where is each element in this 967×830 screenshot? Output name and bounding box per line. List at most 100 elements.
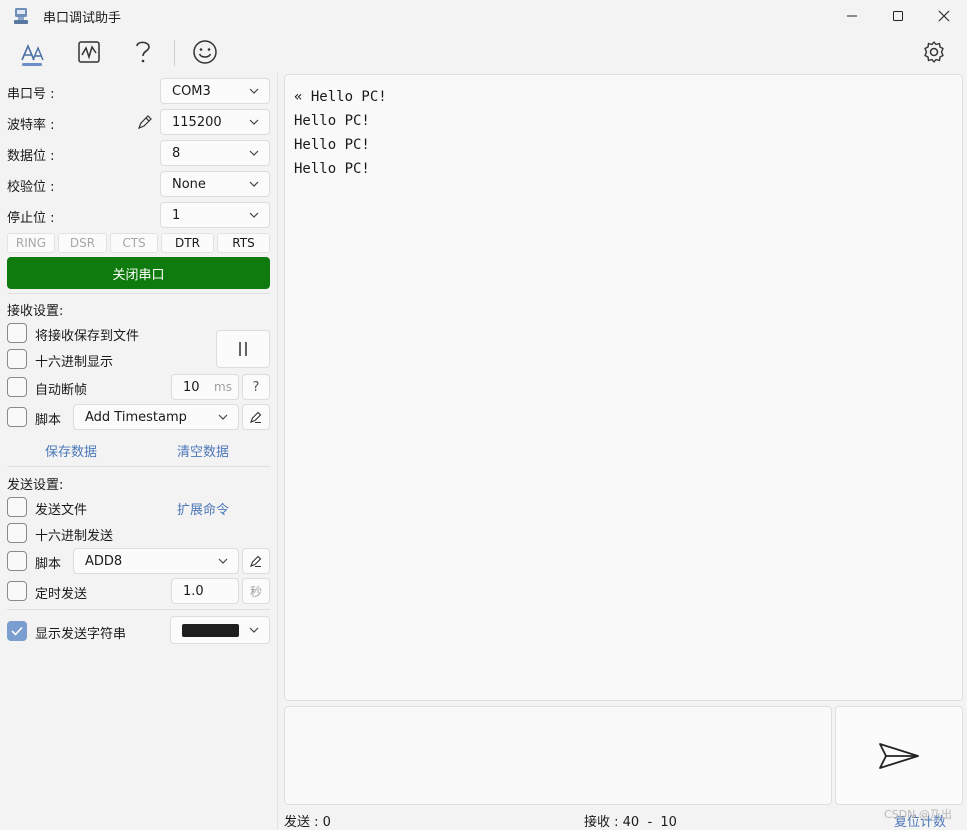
parity-select[interactable]: None xyxy=(160,171,270,197)
stopbits-select[interactable]: 1 xyxy=(160,202,270,228)
output-line: « Hello PC! xyxy=(294,89,387,105)
port-label: 串口号 : xyxy=(7,87,55,102)
receive-output[interactable]: « Hello PC! Hello PC! Hello PC! Hello PC… xyxy=(284,74,963,701)
minimize-icon xyxy=(847,15,857,17)
edit-icon xyxy=(250,411,262,423)
divider xyxy=(7,609,270,610)
signal-ring: RING xyxy=(7,233,55,253)
title-bar: 串口调试助手 xyxy=(0,0,967,32)
parity-value: None xyxy=(172,176,206,192)
app-icon xyxy=(14,8,28,24)
signal-dtr-toggle[interactable]: DTR xyxy=(161,233,214,253)
chevron-down-icon xyxy=(249,627,259,633)
output-line: Hello PC! xyxy=(294,161,370,177)
settings-panel: 串口号 : COM3 波特率 : 115200 数据位 : 8 校验位 : No… xyxy=(0,73,278,830)
receive-script-label: 脚本 xyxy=(35,413,62,428)
toolbar xyxy=(0,32,967,72)
minimize-button[interactable] xyxy=(829,0,875,32)
clear-data-link[interactable]: 清空数据 xyxy=(177,441,229,460)
chevron-down-icon xyxy=(249,150,259,156)
receive-script-checkbox[interactable] xyxy=(7,407,27,427)
pause-button[interactable] xyxy=(216,330,270,368)
stopbits-value: 1 xyxy=(172,207,181,223)
pause-icon xyxy=(239,342,247,356)
timed-send-label: 定时发送 xyxy=(35,587,88,602)
databits-select[interactable]: 8 xyxy=(160,140,270,166)
port-value: COM3 xyxy=(172,83,211,99)
send-button[interactable] xyxy=(835,706,963,805)
show-send-string-checkbox[interactable] xyxy=(7,621,27,641)
chevron-down-icon xyxy=(249,88,259,94)
frame-timeout-input[interactable]: 10 ms xyxy=(171,374,239,400)
hex-display-checkbox[interactable] xyxy=(7,349,27,369)
question-icon xyxy=(136,41,150,63)
send-input[interactable] xyxy=(284,706,832,805)
signal-rts-toggle[interactable]: RTS xyxy=(217,233,270,253)
chevron-down-icon xyxy=(249,119,259,125)
extended-commands-link[interactable]: 扩展命令 xyxy=(177,499,229,518)
show-send-string-label: 显示发送字符串 xyxy=(35,627,127,642)
divider xyxy=(7,293,270,294)
baud-label: 波特率 : xyxy=(7,118,55,133)
help-button[interactable] xyxy=(126,36,160,68)
auto-frame-checkbox[interactable] xyxy=(7,377,27,397)
hex-send-label: 十六进制发送 xyxy=(35,529,114,544)
sent-count: 发送 : 0 xyxy=(284,815,331,830)
output-line: Hello PC! xyxy=(294,137,370,153)
settings-button[interactable] xyxy=(917,36,951,68)
save-data-link[interactable]: 保存数据 xyxy=(45,441,97,460)
toolbar-separator xyxy=(174,40,175,66)
send-script-value: ADD8 xyxy=(85,553,123,569)
send-script-label: 脚本 xyxy=(35,557,62,572)
signal-cts: CTS xyxy=(110,233,158,253)
send-settings-title: 发送设置: xyxy=(7,478,64,493)
timed-send-checkbox[interactable] xyxy=(7,581,27,601)
hex-send-checkbox[interactable] xyxy=(7,523,27,543)
parity-label: 校验位 : xyxy=(7,180,55,195)
output-line: Hello PC! xyxy=(294,113,370,129)
close-port-button[interactable]: 关闭串口 xyxy=(7,257,270,289)
receive-settings-title: 接收设置: xyxy=(7,304,64,319)
send-file-checkbox[interactable] xyxy=(7,497,27,517)
databits-value: 8 xyxy=(172,145,181,161)
edit-icon[interactable] xyxy=(136,113,154,131)
frame-help-button[interactable]: ? xyxy=(242,374,270,400)
maximize-icon xyxy=(893,11,903,21)
save-to-file-label: 将接收保存到文件 xyxy=(35,329,140,344)
timed-send-interval-input[interactable]: 1.0 xyxy=(171,578,239,604)
send-script-select[interactable]: ADD8 xyxy=(73,548,239,574)
close-window-button[interactable] xyxy=(921,0,967,32)
close-icon xyxy=(938,10,950,22)
active-tab-indicator xyxy=(22,63,42,66)
receive-script-select[interactable]: Add Timestamp xyxy=(73,404,239,430)
send-file-label: 发送文件 xyxy=(35,503,88,518)
edit-receive-script-button[interactable] xyxy=(242,404,270,430)
window-title: 串口调试助手 xyxy=(43,11,122,26)
send-script-checkbox[interactable] xyxy=(7,551,27,571)
frame-timeout-unit: ms xyxy=(214,380,232,394)
font-icon xyxy=(21,43,44,61)
maximize-button[interactable] xyxy=(875,0,921,32)
gear-icon xyxy=(924,41,944,63)
timed-send-unit: 秒 xyxy=(242,578,270,604)
chevron-down-icon xyxy=(218,558,228,564)
smiley-icon xyxy=(193,40,217,64)
edit-icon xyxy=(250,555,262,567)
received-count: 接收 : 40 - 10 xyxy=(584,815,677,830)
chevron-down-icon xyxy=(249,212,259,218)
about-button[interactable] xyxy=(188,36,222,68)
frame-timeout-value: 10 xyxy=(183,379,200,395)
edit-send-script-button[interactable] xyxy=(242,548,270,574)
divider xyxy=(7,466,270,467)
send-icon xyxy=(879,742,919,769)
baud-value: 115200 xyxy=(172,114,222,130)
waveform-button[interactable] xyxy=(72,36,106,68)
baud-select[interactable]: 115200 xyxy=(160,109,270,135)
timed-send-value: 1.0 xyxy=(183,583,204,599)
chevron-down-icon xyxy=(218,414,228,420)
checkmark-icon xyxy=(11,626,23,636)
chart-icon xyxy=(78,41,100,63)
save-to-file-checkbox[interactable] xyxy=(7,323,27,343)
send-color-select[interactable] xyxy=(170,616,270,644)
port-select[interactable]: COM3 xyxy=(160,78,270,104)
